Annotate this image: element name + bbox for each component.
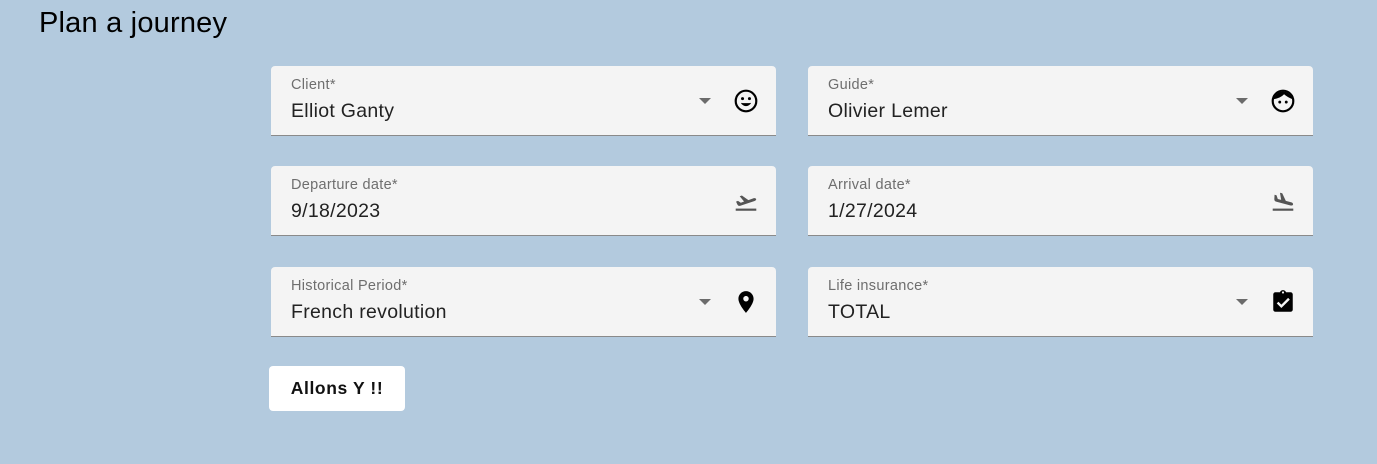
arrival-date-label: Arrival date* xyxy=(828,177,911,193)
flight-land-icon[interactable] xyxy=(1270,188,1296,214)
dropdown-arrow-icon[interactable] xyxy=(1236,299,1248,305)
historical-period-select[interactable]: Historical Period* French revolution xyxy=(271,267,776,337)
dropdown-arrow-icon[interactable] xyxy=(699,299,711,305)
dropdown-arrow-icon[interactable] xyxy=(1236,98,1248,104)
plan-journey-page: Plan a journey Client* Elliot Ganty Guid… xyxy=(0,0,1377,464)
dropdown-arrow-icon[interactable] xyxy=(699,98,711,104)
departure-date-field[interactable]: Departure date* 9/18/2023 xyxy=(271,166,776,236)
client-label: Client* xyxy=(291,77,336,93)
departure-date-value: 9/18/2023 xyxy=(291,200,381,222)
historical-period-value: French revolution xyxy=(291,301,447,323)
arrival-date-value: 1/27/2024 xyxy=(828,200,918,222)
historical-period-label: Historical Period* xyxy=(291,278,408,294)
life-insurance-select[interactable]: Life insurance* TOTAL xyxy=(808,267,1313,337)
guide-value: Olivier Lemer xyxy=(828,100,948,122)
face-icon xyxy=(1270,88,1296,114)
location-pin-icon xyxy=(733,289,759,315)
smiley-face-icon xyxy=(733,88,759,114)
life-insurance-label: Life insurance* xyxy=(828,278,929,294)
arrival-date-field[interactable]: Arrival date* 1/27/2024 xyxy=(808,166,1313,236)
guide-select[interactable]: Guide* Olivier Lemer xyxy=(808,66,1313,136)
submit-button[interactable]: Allons Y !! xyxy=(269,366,405,411)
flight-takeoff-icon[interactable] xyxy=(733,188,759,214)
client-select[interactable]: Client* Elliot Ganty xyxy=(271,66,776,136)
guide-label: Guide* xyxy=(828,77,875,93)
assignment-check-icon xyxy=(1270,289,1296,315)
life-insurance-value: TOTAL xyxy=(828,301,891,323)
client-value: Elliot Ganty xyxy=(291,100,395,122)
departure-date-label: Departure date* xyxy=(291,177,398,193)
page-title: Plan a journey xyxy=(39,7,228,39)
